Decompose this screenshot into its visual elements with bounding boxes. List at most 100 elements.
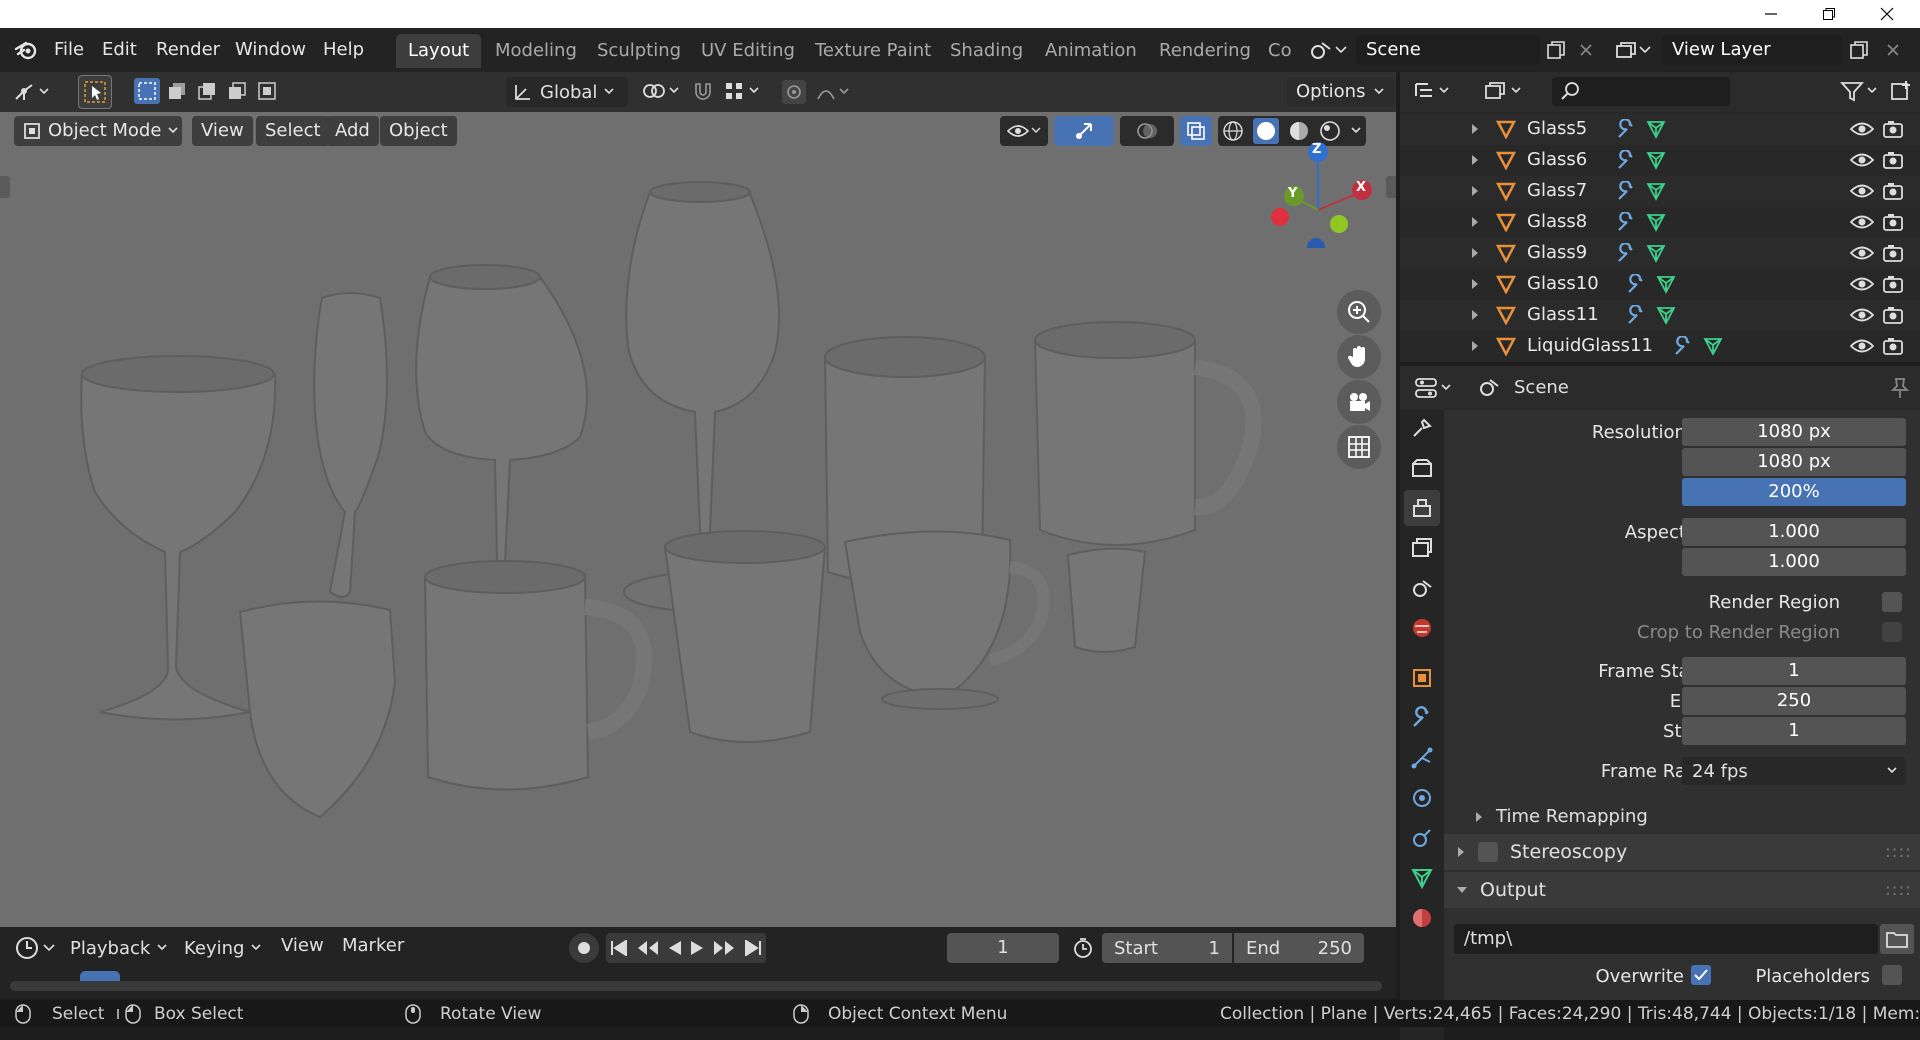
- physics-properties-icon[interactable]: [1404, 780, 1440, 816]
- resolution-y-field[interactable]: 1080 px: [1682, 448, 1906, 476]
- end-frame-field[interactable]: End 250: [1234, 933, 1364, 963]
- playback-menu[interactable]: Playback: [70, 935, 168, 961]
- constraints-properties-icon[interactable]: [1404, 820, 1440, 856]
- material-properties-icon[interactable]: [1404, 900, 1440, 936]
- drag-handle-icon[interactable]: ::::: [1885, 880, 1912, 900]
- drag-handle-icon[interactable]: ::::: [1885, 842, 1912, 862]
- crop-region-checkbox[interactable]: [1882, 622, 1902, 642]
- pivot-point-icon[interactable]: [640, 80, 682, 102]
- view-layer-selector[interactable]: [1614, 37, 1660, 63]
- navigation-gizmo[interactable]: Z X Y: [1262, 138, 1380, 248]
- resolution-x-field[interactable]: 1080 px: [1682, 418, 1906, 446]
- select-new-icon[interactable]: [134, 78, 160, 104]
- restore-icon[interactable]: [1800, 0, 1858, 28]
- menu-window[interactable]: Window: [225, 28, 316, 72]
- transform-orientation-dropdown[interactable]: Global: [506, 77, 628, 107]
- timeline-editor-icon[interactable]: [14, 935, 58, 961]
- outliner-search-input[interactable]: [1552, 77, 1730, 106]
- outliner-row-glass8[interactable]: Glass8: [1400, 207, 1920, 238]
- copy-scene-icon[interactable]: [1543, 37, 1569, 63]
- aspect-x-field[interactable]: 1.000: [1682, 518, 1906, 546]
- delete-view-layer-icon[interactable]: [1880, 37, 1906, 63]
- play-reverse-icon[interactable]: [668, 940, 682, 956]
- timeline-scrollbar[interactable]: [10, 981, 1382, 991]
- scene-properties-icon[interactable]: [1404, 570, 1440, 606]
- tab-animation[interactable]: Animation: [1033, 34, 1149, 68]
- menu-edit[interactable]: Edit: [92, 28, 147, 72]
- blender-logo-icon[interactable]: [14, 39, 38, 61]
- keying-menu[interactable]: Keying: [184, 935, 262, 961]
- tab-layout[interactable]: Layout: [396, 34, 482, 68]
- select-invert-icon[interactable]: [224, 78, 250, 104]
- display-mode-icon[interactable]: [1484, 80, 1526, 102]
- select-intersect-icon[interactable]: [254, 78, 280, 104]
- outliner-row-glass9[interactable]: Glass9: [1400, 238, 1920, 269]
- output-panel-header[interactable]: Output ::::: [1444, 872, 1920, 908]
- folder-browse-icon[interactable]: [1880, 924, 1914, 954]
- snap-increment-icon[interactable]: [724, 80, 764, 102]
- frame-end-field[interactable]: 250: [1682, 687, 1906, 715]
- menu-file[interactable]: File: [44, 28, 94, 72]
- stereoscopy-checkbox[interactable]: [1478, 842, 1498, 862]
- object-properties-icon[interactable]: [1404, 660, 1440, 696]
- menu-help[interactable]: Help: [313, 28, 374, 72]
- view-layer-name-field[interactable]: View Layer: [1662, 35, 1842, 65]
- editor-type-selector[interactable]: [12, 79, 62, 105]
- outliner-editor-icon[interactable]: [1414, 80, 1454, 102]
- scene-selector[interactable]: [1310, 37, 1356, 63]
- properties-editor-icon[interactable]: [1414, 377, 1454, 399]
- current-frame-field[interactable]: 1: [947, 933, 1059, 963]
- frame-rate-dropdown[interactable]: 24 fps: [1682, 757, 1906, 785]
- time-remapping-subpanel[interactable]: Time Remapping: [1474, 806, 1648, 827]
- frame-start-field[interactable]: 1: [1682, 657, 1906, 685]
- zoom-icon[interactable]: [1337, 290, 1381, 334]
- pan-hand-icon[interactable]: [1337, 335, 1381, 379]
- options-dropdown[interactable]: Options: [1287, 77, 1395, 107]
- select-subtract-icon[interactable]: [194, 78, 220, 104]
- minimize-icon[interactable]: [1742, 0, 1800, 28]
- tab-compositing[interactable]: Co: [1256, 34, 1296, 68]
- view-layer-properties-icon[interactable]: [1404, 530, 1440, 566]
- outliner-row-glass5[interactable]: Glass5: [1400, 114, 1920, 145]
- proportional-edit-icon[interactable]: [782, 80, 806, 104]
- particles-properties-icon[interactable]: [1404, 740, 1440, 776]
- menu-render[interactable]: Render: [146, 28, 230, 72]
- copy-view-layer-icon[interactable]: [1846, 37, 1872, 63]
- close-icon[interactable]: [1858, 0, 1916, 28]
- tab-uv-editing[interactable]: UV Editing: [689, 34, 807, 68]
- tab-texture-paint[interactable]: Texture Paint: [803, 34, 943, 68]
- snap-magnet-icon[interactable]: [692, 80, 714, 102]
- aspect-y-field[interactable]: 1.000: [1682, 548, 1906, 576]
- delete-scene-icon[interactable]: [1573, 37, 1599, 63]
- next-keyframe-icon[interactable]: [713, 940, 735, 956]
- outliner-row-glass7[interactable]: Glass7: [1400, 176, 1920, 207]
- world-properties-icon[interactable]: [1404, 610, 1440, 646]
- timeline-marker-menu[interactable]: Marker: [342, 935, 404, 956]
- placeholders-checkbox[interactable]: [1882, 965, 1902, 985]
- tab-modeling[interactable]: Modeling: [483, 34, 589, 68]
- resolution-percent-slider[interactable]: 200%: [1682, 478, 1906, 506]
- tab-rendering[interactable]: Rendering: [1147, 34, 1263, 68]
- scene-name-field[interactable]: Scene: [1356, 35, 1540, 65]
- outliner-row-glass6[interactable]: Glass6: [1400, 145, 1920, 176]
- tab-sculpting[interactable]: Sculpting: [585, 34, 693, 68]
- tab-shading[interactable]: Shading: [938, 34, 1035, 68]
- render-properties-icon[interactable]: [1404, 450, 1440, 486]
- render-region-checkbox[interactable]: [1882, 592, 1902, 612]
- 3d-viewport[interactable]: Object Mode View Select Add Object Z X Y: [0, 112, 1396, 927]
- modifier-properties-icon[interactable]: [1404, 700, 1440, 736]
- jump-start-icon[interactable]: [610, 940, 628, 956]
- start-frame-field[interactable]: Start 1: [1102, 933, 1232, 963]
- filter-icon[interactable]: [1840, 80, 1882, 102]
- output-path-input[interactable]: /tmp\: [1454, 924, 1878, 954]
- outliner-row-glass10[interactable]: Glass10: [1400, 269, 1920, 300]
- tool-settings-icon[interactable]: [1404, 410, 1440, 446]
- select-extend-icon[interactable]: [164, 78, 190, 104]
- jump-end-icon[interactable]: [744, 940, 762, 956]
- playhead-indicator[interactable]: [80, 971, 120, 981]
- stereoscopy-panel-header[interactable]: Stereoscopy ::::: [1444, 834, 1920, 870]
- record-icon[interactable]: [569, 933, 599, 963]
- play-icon[interactable]: [690, 940, 704, 956]
- outliner-row-glass11[interactable]: Glass11: [1400, 300, 1920, 331]
- outliner-row-liquidglass11[interactable]: LiquidGlass11: [1400, 331, 1920, 362]
